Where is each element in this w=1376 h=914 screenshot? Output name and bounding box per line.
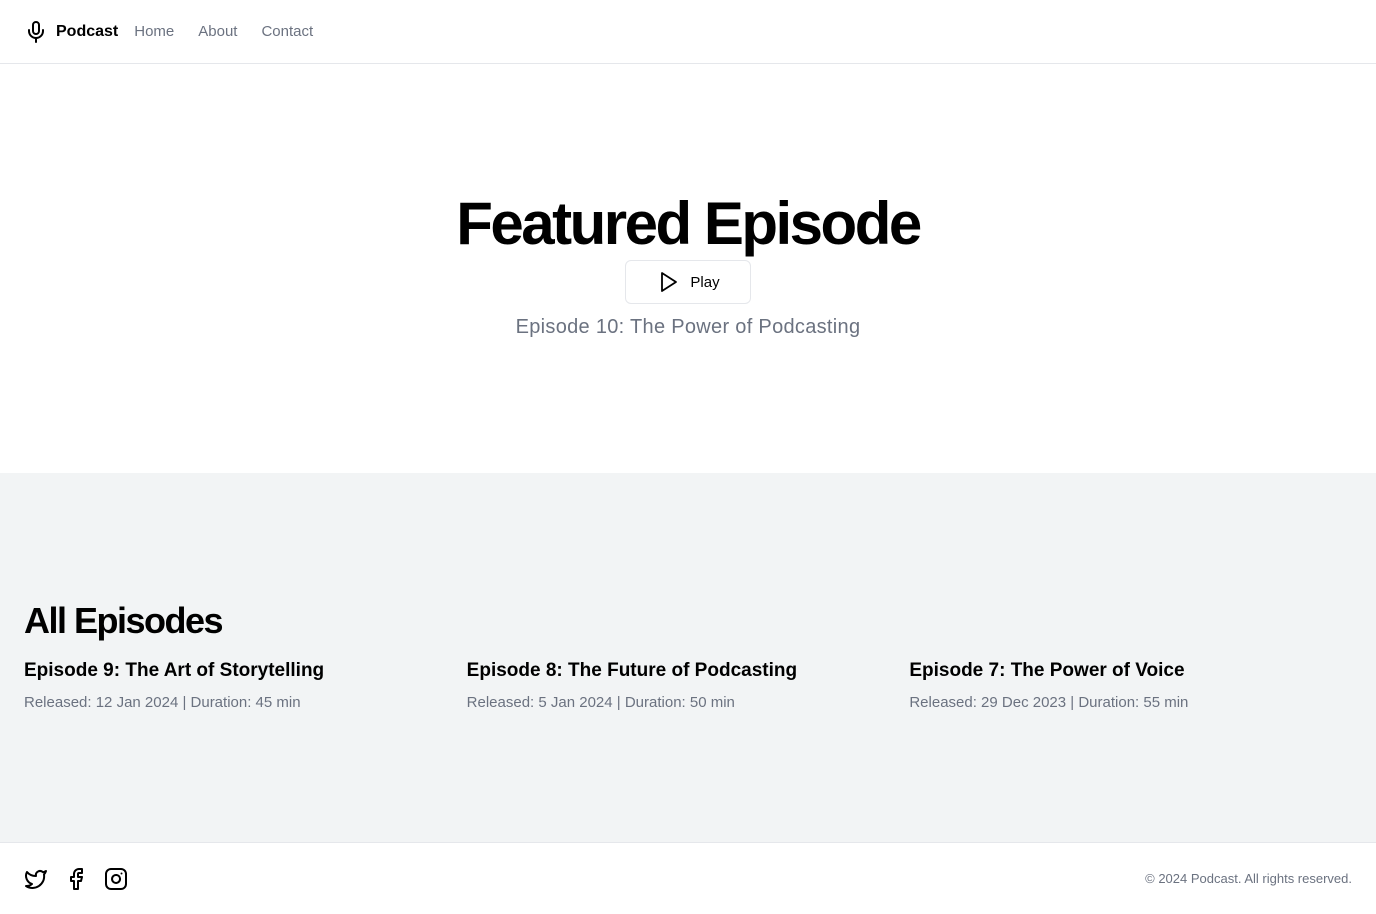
featured-episode-heading: Featured Episode <box>456 190 922 257</box>
nav-link-about[interactable]: About <box>198 23 237 40</box>
facebook-icon <box>70 867 83 890</box>
episode-title[interactable]: Episode 9: The Art of Storytelling <box>24 658 467 684</box>
episode-card[interactable]: Episode 9: The Art of Storytelling Relea… <box>24 658 467 714</box>
twitter-icon <box>25 869 47 889</box>
brand-name: Podcast <box>56 22 119 40</box>
play-button-label: Play <box>690 273 720 291</box>
episode-meta: Released: 29 Dec 2023 | Duration: 55 min <box>909 694 1189 711</box>
featured-episode-section: Featured Episode Play Episode 10: The Po… <box>0 64 1376 473</box>
episode-list: Episode 9: The Art of Storytelling Relea… <box>24 658 1352 714</box>
episode-card[interactable]: Episode 8: The Future of Podcasting Rele… <box>467 658 910 714</box>
episode-meta: Released: 5 Jan 2024 | Duration: 50 min <box>466 694 735 711</box>
episode-title[interactable]: Episode 7: The Power of Voice <box>909 658 1352 684</box>
twitter-link[interactable] <box>24 867 48 891</box>
brand-link[interactable]: Podcast <box>24 20 118 44</box>
all-episodes-heading: All Episodes <box>24 600 224 641</box>
nav-link-home[interactable]: Home <box>134 23 174 40</box>
episode-card[interactable]: Episode 7: The Power of Voice Released: … <box>909 658 1352 714</box>
instagram-link[interactable] <box>104 867 128 891</box>
featured-episode-title: Episode 10: The Power of Podcasting <box>515 316 861 338</box>
copyright-text: © 2024 Podcast. All rights reserved. <box>1145 871 1352 886</box>
site-footer: © 2024 Podcast. All rights reserved. <box>0 842 1376 914</box>
nav-link-contact[interactable]: Contact <box>261 23 313 40</box>
play-icon <box>661 272 678 292</box>
play-button[interactable]: Play <box>625 260 751 304</box>
social-links <box>24 867 144 891</box>
episode-title[interactable]: Episode 8: The Future of Podcasting <box>467 658 910 684</box>
instagram-icon <box>105 867 127 890</box>
microphone-icon <box>28 20 44 43</box>
main-nav: Home About Contact <box>134 23 337 40</box>
episode-meta: Released: 12 Jan 2024 | Duration: 45 min <box>24 694 301 711</box>
facebook-link[interactable] <box>64 867 88 891</box>
all-episodes-section: All Episodes Episode 9: The Art of Story… <box>0 473 1376 842</box>
site-header: Podcast Home About Contact <box>0 0 1376 64</box>
